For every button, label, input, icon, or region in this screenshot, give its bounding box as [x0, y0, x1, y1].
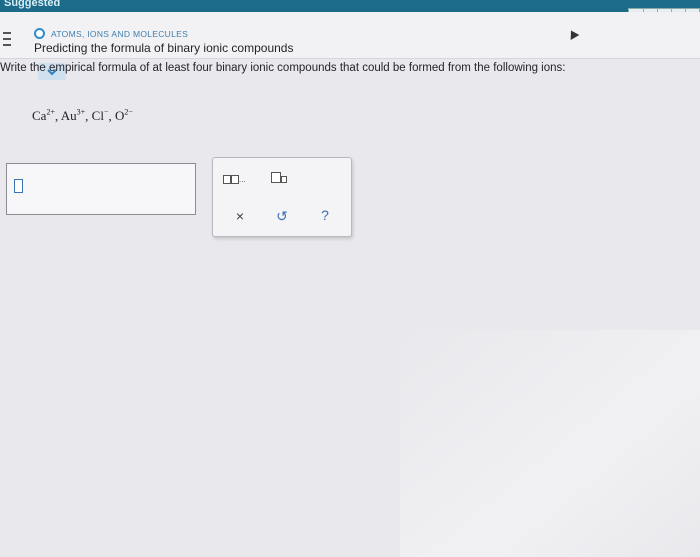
ion-item: Au3+	[60, 108, 86, 124]
ion-item: Ca2+	[32, 108, 55, 124]
question-instruction: Write the empirical formula of at least …	[0, 62, 566, 74]
math-palette: ... × ↺ ?	[212, 157, 352, 237]
sequence-tool-icon[interactable]: ...	[223, 174, 246, 185]
clear-button[interactable]: ×	[231, 208, 249, 224]
topic-row: ATOMS, IONS AND MOLECULES	[34, 28, 188, 39]
topic-label: ATOMS, IONS AND MOLECULES	[51, 28, 189, 39]
input-cursor-placeholder	[14, 179, 23, 193]
top-strip: Suggested	[0, 0, 700, 12]
menu-icon[interactable]	[3, 32, 11, 46]
ion-list: Ca2+, Au3+, Cl−, O2−	[32, 108, 133, 124]
top-strip-text: Suggested	[4, 0, 61, 9]
screen-glare	[400, 330, 700, 557]
topic-status-icon	[34, 28, 45, 39]
subscript-tool-icon[interactable]	[271, 172, 287, 184]
page-title: Predicting the formula of binary ionic c…	[34, 41, 294, 55]
help-button[interactable]: ?	[316, 207, 334, 223]
lesson-header: ATOMS, IONS AND MOLECULES Predicting the…	[0, 12, 700, 59]
answer-input[interactable]	[6, 163, 196, 215]
ion-item: Cl−	[91, 108, 109, 124]
undo-button[interactable]: ↺	[273, 208, 291, 225]
ion-item: O2−	[114, 108, 133, 124]
